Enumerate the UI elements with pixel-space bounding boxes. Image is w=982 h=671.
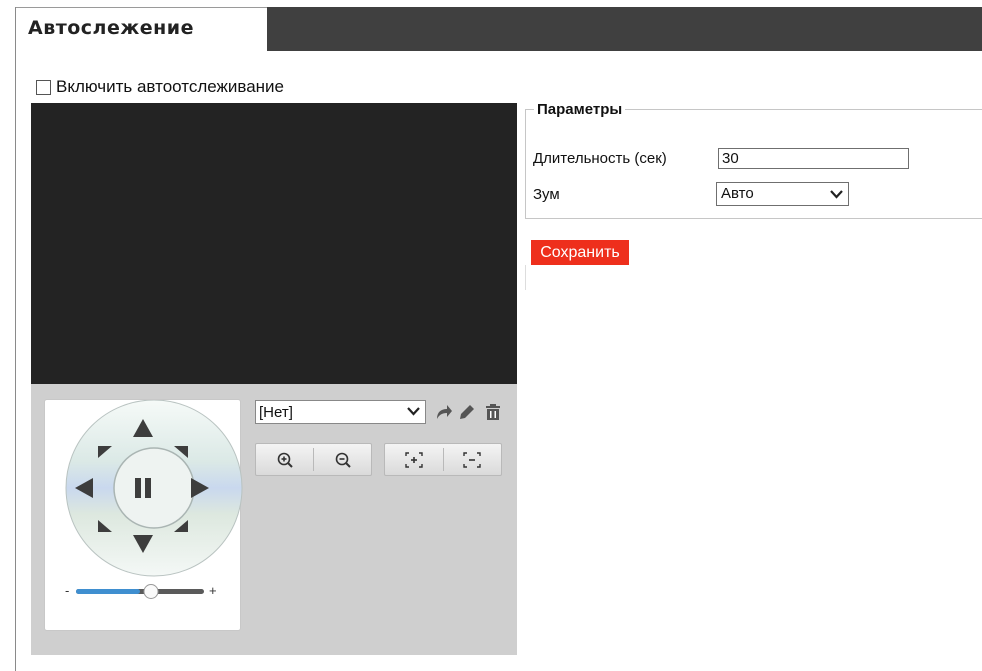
enable-tracking-row[interactable]: Включить автоотслеживание xyxy=(36,77,284,97)
preset-select-value: [Нет] xyxy=(259,403,293,421)
zoom-out-icon xyxy=(335,452,351,468)
focus-near-button[interactable] xyxy=(385,444,443,475)
svg-text:-: - xyxy=(65,583,69,598)
arrow-upleft-icon[interactable] xyxy=(94,440,118,464)
zoom-select[interactable]: Авто xyxy=(716,182,849,206)
frame-border xyxy=(15,7,16,671)
duration-field[interactable]: 30 xyxy=(718,148,909,169)
arrow-downright-icon[interactable] xyxy=(168,514,192,538)
call-preset-icon[interactable] xyxy=(435,402,453,422)
focus-near-icon xyxy=(405,451,423,468)
parameters-legend: Параметры xyxy=(534,101,626,118)
arrow-left-icon[interactable] xyxy=(72,476,96,500)
arrow-down-icon[interactable] xyxy=(131,532,155,556)
pause-icon[interactable] xyxy=(130,475,156,501)
tab-auto-tracking[interactable]: Автослежение xyxy=(16,7,267,51)
focus-far-button[interactable] xyxy=(444,444,502,475)
arrow-upright-icon[interactable] xyxy=(168,440,192,464)
divider xyxy=(525,265,526,290)
zoom-label: Зум xyxy=(533,186,560,203)
duration-label: Длительность (сек) xyxy=(533,150,667,167)
zoom-out-button[interactable] xyxy=(314,444,371,475)
save-button[interactable]: Сохранить xyxy=(531,240,629,265)
arrow-up-icon[interactable] xyxy=(131,416,155,440)
focus-far-icon xyxy=(463,451,481,468)
zoom-in-icon xyxy=(277,452,293,468)
checkbox-icon[interactable] xyxy=(36,79,51,95)
zoom-select-value: Авто xyxy=(721,185,754,202)
zoom-button-group xyxy=(255,443,372,476)
arrow-downleft-icon[interactable] xyxy=(94,514,118,538)
video-preview xyxy=(31,103,517,384)
zoom-in-button[interactable] xyxy=(256,444,313,475)
arrow-right-icon[interactable] xyxy=(188,476,212,500)
chevron-down-icon xyxy=(830,190,843,199)
delete-preset-icon[interactable] xyxy=(484,402,502,422)
chevron-down-icon xyxy=(407,407,420,416)
enable-tracking-label: Включить автоотслеживание xyxy=(56,77,285,96)
tab-label: Автослежение xyxy=(28,17,194,39)
preset-select[interactable]: [Нет] xyxy=(255,400,426,424)
focus-button-group xyxy=(384,443,502,476)
edit-preset-icon[interactable] xyxy=(457,402,475,422)
svg-text:+: + xyxy=(209,583,217,598)
zoom-speed-slider[interactable]: - + xyxy=(62,582,222,600)
